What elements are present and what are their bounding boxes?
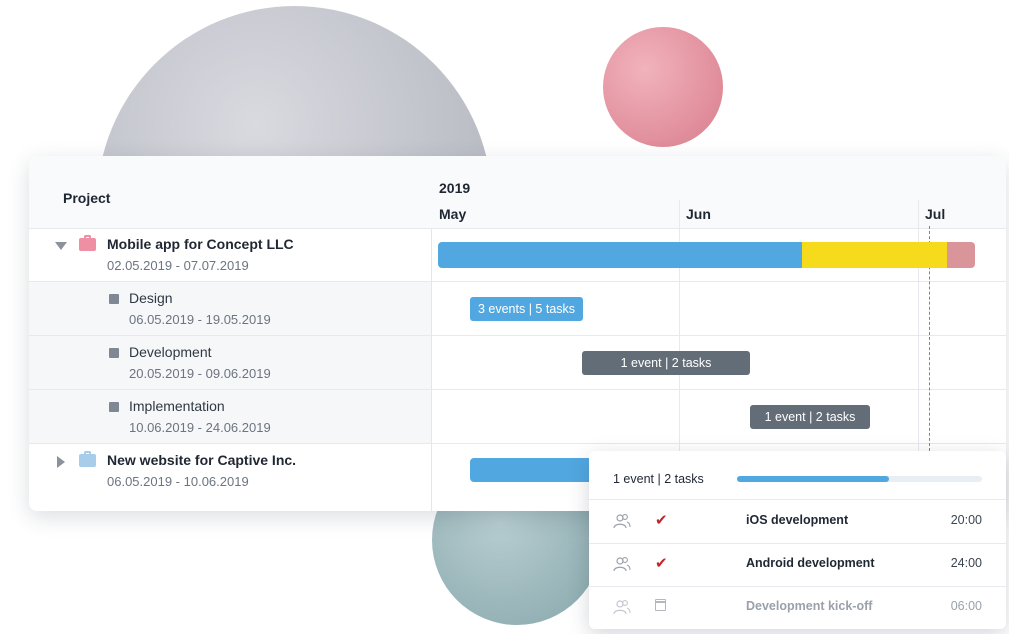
people-icon bbox=[613, 600, 631, 615]
timeline-year: 2019 bbox=[439, 180, 471, 196]
subtask-row-implementation[interactable]: Implementation 10.06.2019 - 24.06.2019 bbox=[29, 390, 431, 444]
project-row-mobile-app[interactable]: Mobile app for Concept LLC 02.05.2019 - … bbox=[29, 228, 431, 282]
people-icon bbox=[613, 514, 631, 529]
check-icon: ✔ bbox=[655, 512, 668, 529]
row-divider bbox=[431, 281, 1006, 282]
development-task-bar[interactable]: 1 event | 2 tasks bbox=[582, 351, 750, 375]
folder-icon bbox=[79, 451, 96, 467]
subtask-title: Development bbox=[129, 344, 212, 360]
popup-header: 1 event | 2 tasks bbox=[589, 451, 1006, 500]
task-name: Android development bbox=[746, 556, 875, 570]
task-time: 24:00 bbox=[950, 556, 982, 570]
task-time: 20:00 bbox=[950, 513, 982, 527]
project-bar-segment-yellow[interactable] bbox=[802, 242, 947, 268]
square-icon bbox=[109, 402, 119, 412]
project-dates: 06.05.2019 - 10.06.2019 bbox=[107, 474, 249, 489]
task-details-popup: 1 event | 2 tasks ✔ iOS development 20:0… bbox=[589, 451, 1006, 629]
row-divider bbox=[431, 335, 1006, 336]
row-divider bbox=[431, 443, 1006, 444]
implementation-task-bar[interactable]: 1 event | 2 tasks bbox=[750, 405, 870, 429]
square-icon bbox=[109, 294, 119, 304]
folder-icon bbox=[79, 235, 96, 251]
project-row-new-website[interactable]: New website for Captive Inc. 06.05.2019 … bbox=[29, 444, 431, 497]
subtask-dates: 06.05.2019 - 19.05.2019 bbox=[129, 312, 271, 327]
task-row-kickoff[interactable]: Development kick-off 06:00 bbox=[589, 586, 1006, 629]
project-column-title: Project bbox=[63, 190, 111, 206]
project-title: Mobile app for Concept LLC bbox=[107, 236, 294, 252]
project-bar-segment-blue[interactable] bbox=[438, 242, 802, 268]
subtask-dates: 10.06.2019 - 24.06.2019 bbox=[129, 420, 271, 435]
progress-bar-fill bbox=[737, 476, 889, 482]
project-list: Project Mobile app for Concept LLC 02.05… bbox=[29, 156, 432, 511]
task-name: iOS development bbox=[746, 513, 849, 527]
task-row-android[interactable]: ✔ Android development 24:00 bbox=[589, 543, 1006, 587]
month-label-jul: Jul bbox=[925, 206, 946, 222]
project-title: New website for Captive Inc. bbox=[107, 452, 297, 468]
expand-caret-icon[interactable] bbox=[57, 456, 65, 468]
subtask-title: Implementation bbox=[129, 398, 225, 414]
project-bar-segment-pink[interactable] bbox=[947, 242, 975, 268]
row-divider bbox=[431, 389, 1006, 390]
month-label-jun: Jun bbox=[686, 206, 711, 222]
project-dates: 02.05.2019 - 07.07.2019 bbox=[107, 258, 249, 273]
month-label-may: May bbox=[439, 206, 467, 222]
subtask-row-design[interactable]: Design 06.05.2019 - 19.05.2019 bbox=[29, 282, 431, 336]
people-icon bbox=[613, 557, 631, 572]
project-list-header: Project bbox=[29, 156, 431, 229]
calendar-icon bbox=[654, 599, 666, 611]
decorative-pink-circle bbox=[603, 27, 723, 147]
task-name: Development kick-off bbox=[746, 599, 873, 613]
progress-bar bbox=[737, 476, 982, 482]
square-icon bbox=[109, 348, 119, 358]
collapse-caret-icon[interactable] bbox=[55, 242, 67, 250]
popup-summary: 1 event | 2 tasks bbox=[613, 472, 704, 486]
task-time: 06:00 bbox=[950, 599, 982, 613]
design-task-bar[interactable]: 3 events | 5 tasks bbox=[470, 297, 583, 321]
subtask-title: Design bbox=[129, 290, 173, 306]
subtask-dates: 20.05.2019 - 09.06.2019 bbox=[129, 366, 271, 381]
task-row-ios[interactable]: ✔ iOS development 20:00 bbox=[589, 500, 1006, 544]
timeline-header: 2019 May Jun Jul bbox=[431, 156, 1006, 229]
check-icon: ✔ bbox=[655, 555, 668, 572]
subtask-row-development[interactable]: Development 20.05.2019 - 09.06.2019 bbox=[29, 336, 431, 390]
